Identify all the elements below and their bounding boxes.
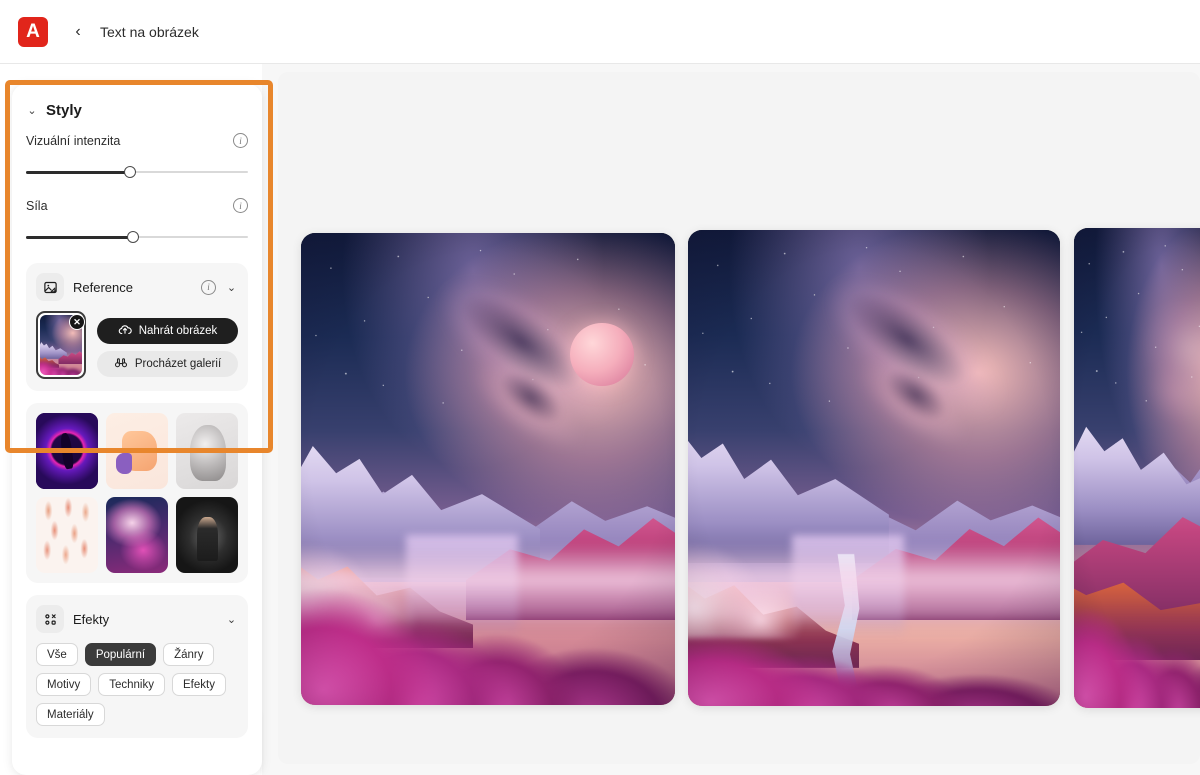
- reference-label: Reference: [73, 279, 133, 295]
- adobe-logo[interactable]: A: [18, 16, 48, 47]
- effects-block-header[interactable]: Efekty ⌄: [36, 605, 238, 633]
- slider-strength: Síla i: [26, 198, 248, 243]
- style-tile-pink-cloud-landscape[interactable]: [106, 497, 168, 573]
- slider-thumb[interactable]: [126, 231, 139, 243]
- chevron-down-icon: ⌄: [27, 105, 37, 117]
- chip-materialy[interactable]: Materiály: [36, 703, 105, 726]
- binoculars-icon: [114, 356, 128, 373]
- app-header: A ‹ Text na obrázek: [0, 0, 1200, 64]
- slider-thumb[interactable]: [124, 166, 137, 178]
- reference-thumbnail[interactable]: ✕: [36, 311, 86, 379]
- chevron-down-icon[interactable]: ⌄: [225, 613, 238, 626]
- results-canvas-surface: [278, 72, 1200, 764]
- slider-strength-header: Síla i: [26, 198, 248, 213]
- chip-popularni[interactable]: Populární: [84, 643, 157, 666]
- styles-section-header[interactable]: ⌄ Styly: [26, 102, 248, 119]
- style-thumbnail-grid: [26, 403, 248, 583]
- back-chevron-glyph: ‹: [75, 22, 81, 40]
- reference-image-icon: [36, 273, 64, 301]
- results-canvas: [262, 64, 1200, 775]
- styles-panel-scroll[interactable]: ⌄ Styly Vizuální intenzita i Síla i Refe…: [12, 84, 262, 775]
- upload-image-label: Nahrát obrázek: [138, 325, 218, 337]
- chip-zanry[interactable]: Žánry: [163, 643, 215, 666]
- style-tile-greyscale-bust-portrait[interactable]: [176, 413, 238, 489]
- generated-image-2[interactable]: [688, 230, 1060, 706]
- slider-track-fill: [26, 235, 133, 239]
- page-title: Text na obrázek: [100, 23, 199, 40]
- chip-vse[interactable]: Vše: [36, 643, 78, 666]
- chip-efekty[interactable]: Efekty: [171, 673, 226, 696]
- vignette: [1074, 228, 1200, 708]
- reference-block: Reference i ⌄ ✕ Nahrát obrázek Procházet…: [26, 263, 248, 391]
- styles-side-panel: ⌄ Styly Vizuální intenzita i Síla i Refe…: [12, 84, 262, 775]
- reference-content: ✕ Nahrát obrázek Procházet galerií: [36, 311, 238, 379]
- adobe-logo-glyph: A: [26, 21, 40, 42]
- reference-actions: Nahrát obrázek Procházet galerií: [97, 311, 238, 377]
- effects-block: Efekty ⌄ Vše Populární Žánry Motivy Tech…: [26, 595, 248, 738]
- chevron-down-icon[interactable]: ⌄: [225, 281, 238, 294]
- slider-strength-track[interactable]: [26, 231, 248, 243]
- slider-track-fill: [26, 170, 131, 174]
- info-icon[interactable]: i: [233, 198, 248, 213]
- reference-block-header[interactable]: Reference i ⌄: [36, 273, 238, 301]
- effects-label: Efekty: [73, 611, 110, 627]
- generated-image-1[interactable]: [301, 233, 675, 705]
- slider-visual-intensity: Vizuální intenzita i: [26, 133, 248, 178]
- chip-motivy[interactable]: Motivy: [36, 673, 92, 696]
- slider-strength-label: Síla: [26, 198, 48, 213]
- upload-image-button[interactable]: Nahrát obrázek: [97, 318, 238, 344]
- remove-reference-icon[interactable]: ✕: [69, 314, 85, 330]
- vignette: [301, 233, 675, 705]
- info-icon[interactable]: i: [201, 279, 216, 295]
- slider-visual-intensity-header: Vizuální intenzita i: [26, 133, 248, 148]
- chip-techniky[interactable]: Techniky: [98, 673, 165, 696]
- browse-gallery-button[interactable]: Procházet galerií: [97, 351, 238, 377]
- styles-section-title: Styly: [46, 102, 82, 119]
- back-chevron-icon[interactable]: ‹: [68, 22, 88, 42]
- effects-grid-icon: [36, 605, 64, 633]
- pink-clouds: [40, 359, 82, 375]
- slider-visual-intensity-track[interactable]: [26, 166, 248, 178]
- style-tile-neon-silhouette[interactable]: [36, 413, 98, 489]
- effects-filter-chips: Vše Populární Žánry Motivy Techniky Efek…: [36, 643, 238, 726]
- app-root: A ‹ Text na obrázek ⌄ Styly Vizuální int…: [0, 0, 1200, 775]
- style-tile-figure-pattern[interactable]: [36, 497, 98, 573]
- style-tile-dark-seated-portrait[interactable]: [176, 497, 238, 573]
- cloud-upload-icon: [118, 323, 132, 340]
- vignette: [688, 230, 1060, 706]
- browse-gallery-label: Procházet galerií: [134, 358, 222, 370]
- results-grid: [278, 72, 1200, 764]
- info-icon[interactable]: i: [233, 133, 248, 148]
- style-tile-thumbs-up-illustration[interactable]: [106, 413, 168, 489]
- slider-visual-intensity-label: Vizuální intenzita: [26, 133, 121, 148]
- generated-image-3[interactable]: [1074, 228, 1200, 708]
